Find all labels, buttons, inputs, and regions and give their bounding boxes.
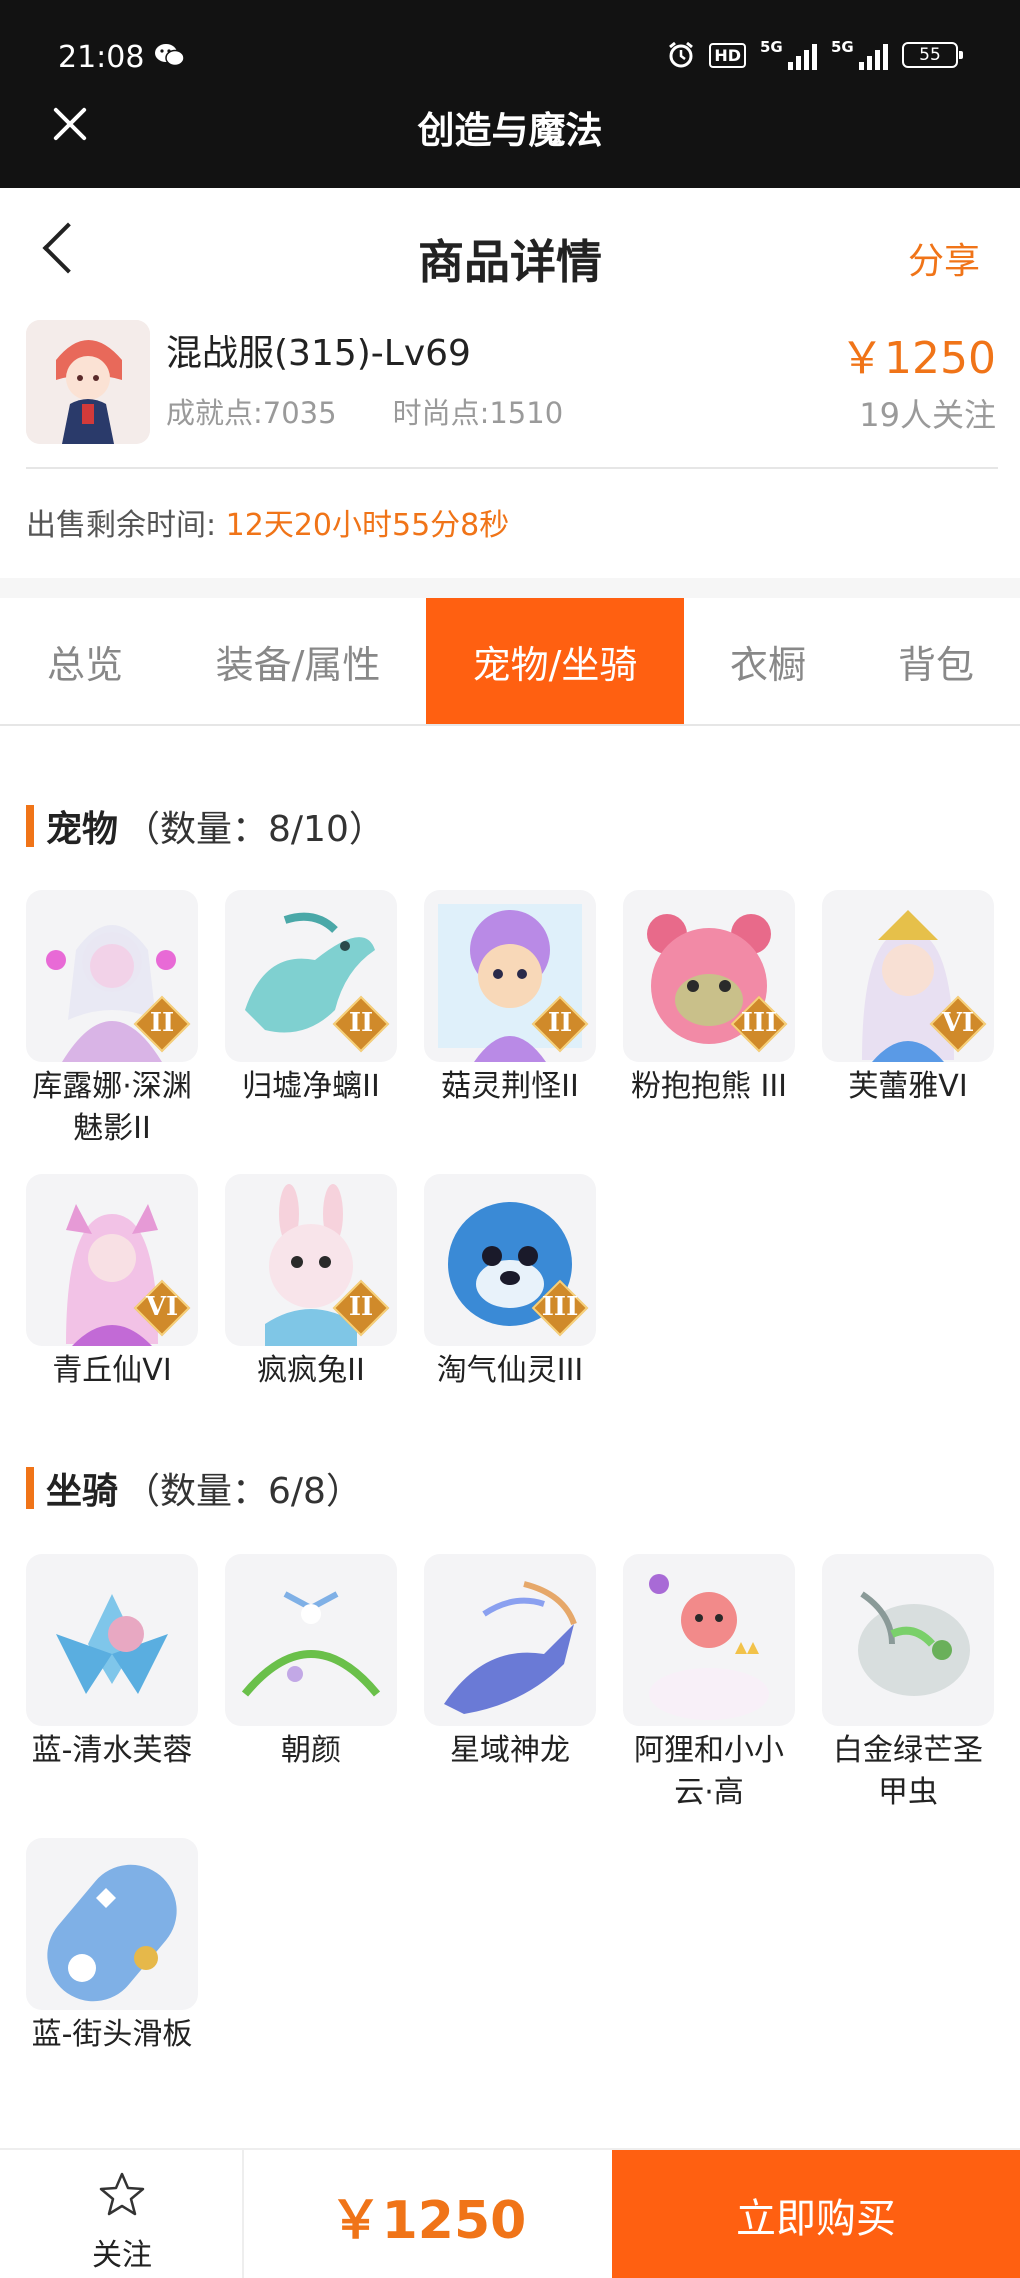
fashion-points: 时尚点:1510 bbox=[392, 396, 564, 430]
divider bbox=[26, 467, 998, 469]
mount-thumbnail bbox=[26, 1554, 198, 1726]
pets-title: 宠物 bbox=[46, 809, 119, 850]
pet-item[interactable]: II 归墟净螭II bbox=[225, 890, 397, 1150]
pet-item[interactable]: II 库露娜·深渊魅影II bbox=[26, 890, 198, 1150]
mount-label: 蓝-清水芙蓉 bbox=[31, 1733, 193, 1768]
mount-label: 朝颜 bbox=[281, 1733, 341, 1768]
achievement-points: 成就点:7035 bbox=[166, 396, 337, 430]
battery-icon: 55 bbox=[902, 42, 963, 68]
pet-label: 归墟净螭II bbox=[242, 1069, 380, 1104]
section-gap bbox=[0, 578, 1020, 598]
mount-thumbnail bbox=[26, 1838, 198, 2010]
mount-item[interactable]: 蓝-街头滑板 bbox=[26, 1838, 198, 2056]
signal-icon: 5G bbox=[760, 38, 817, 70]
pet-thumbnail: II bbox=[225, 1174, 397, 1346]
mounts-count: （数量：6/8） bbox=[124, 1471, 362, 1512]
pets-count: （数量：8/10） bbox=[124, 809, 385, 850]
pet-thumbnail: III bbox=[424, 1174, 596, 1346]
pets-heading: 宠物 （数量：8/10） bbox=[26, 800, 385, 852]
rank-badge: II bbox=[332, 995, 390, 1053]
mount-thumbnail bbox=[225, 1554, 397, 1726]
tab-bar: 总览 装备/属性 宠物/坐骑 衣橱 背包 bbox=[0, 598, 1020, 726]
share-button[interactable]: 分享 bbox=[908, 232, 980, 284]
pet-label: 粉抱抱熊 III bbox=[630, 1069, 788, 1104]
mount-item[interactable]: 阿狸和小小云·高 bbox=[623, 1554, 795, 1814]
pet-label: 青丘仙VI bbox=[52, 1353, 172, 1388]
pet-thumbnail: VI bbox=[822, 890, 994, 1062]
rank-badge: III bbox=[730, 995, 788, 1053]
pet-label: 淘气仙灵III bbox=[436, 1353, 584, 1388]
status-bar: 21:08 HD 5G 5G 55 bbox=[0, 0, 1020, 110]
mount-label: 阿狸和小小云·高 bbox=[634, 1733, 784, 1810]
wechat-icon bbox=[155, 44, 185, 67]
pet-item[interactable]: VI 青丘仙VI bbox=[26, 1174, 198, 1392]
hd-icon: HD bbox=[709, 42, 746, 68]
page-nav: 商品详情 分享 bbox=[0, 188, 1020, 312]
heading-marker bbox=[26, 805, 34, 847]
pet-thumbnail: VI bbox=[26, 1174, 198, 1346]
mounts-heading: 坐骑 （数量：6/8） bbox=[26, 1462, 362, 1514]
mount-item[interactable]: 朝颜 bbox=[225, 1554, 397, 1814]
follower-count: 19人关注 bbox=[859, 396, 996, 434]
rank-badge: II bbox=[531, 995, 589, 1053]
alarm-icon bbox=[669, 41, 694, 68]
heading-marker bbox=[26, 1467, 34, 1509]
rank-badge: II bbox=[332, 1279, 390, 1337]
pet-item[interactable]: II 菇灵荆怪II bbox=[424, 890, 596, 1150]
mount-thumbnail bbox=[623, 1554, 795, 1726]
star-icon bbox=[99, 2172, 145, 2216]
rank-badge: II bbox=[133, 995, 191, 1053]
signal-icon-2: 5G bbox=[831, 38, 888, 70]
mount-label: 白金绿芒圣甲虫 bbox=[833, 1733, 983, 1810]
pet-label: 芙蕾雅VI bbox=[848, 1069, 968, 1104]
sale-timer: 出售剩余时间: 12天20小时55分8秒 bbox=[26, 500, 509, 544]
timer-value: 12天20小时55分8秒 bbox=[225, 508, 510, 543]
status-icons: HD 5G 5G 55 bbox=[667, 38, 963, 70]
status-time: 21:08 bbox=[58, 40, 145, 75]
product-summary: 混战服(315)-Lv69 成就点:7035 时尚点:1510 ￥1250 19人… bbox=[0, 312, 1020, 468]
pet-label: 库露娜·深渊魅影II bbox=[32, 1069, 192, 1146]
mount-label: 星域神龙 bbox=[450, 1733, 570, 1768]
mounts-title: 坐骑 bbox=[46, 1471, 119, 1512]
tab-overview[interactable]: 总览 bbox=[0, 598, 170, 724]
mount-item[interactable]: 白金绿芒圣甲虫 bbox=[822, 1554, 994, 1814]
tab-pets-mounts[interactable]: 宠物/坐骑 bbox=[426, 598, 684, 724]
pet-thumbnail: II bbox=[26, 890, 198, 1062]
pets-grid: II 库露娜·深渊魅影II II 归墟净螭II II 菇灵荆怪II III 粉抱… bbox=[26, 890, 1000, 1392]
pet-item[interactable]: II 疯疯兔II bbox=[225, 1174, 397, 1392]
mount-thumbnail bbox=[424, 1554, 596, 1726]
pet-item[interactable]: III 淘气仙灵III bbox=[424, 1174, 596, 1392]
mount-item[interactable]: 蓝-清水芙蓉 bbox=[26, 1554, 198, 1814]
rank-badge: III bbox=[531, 1279, 589, 1337]
pet-thumbnail: III bbox=[623, 890, 795, 1062]
product-price: ￥1250 bbox=[840, 333, 996, 384]
mount-item[interactable]: 星域神龙 bbox=[424, 1554, 596, 1814]
timer-label: 出售剩余时间: bbox=[26, 508, 217, 543]
tab-equipment[interactable]: 装备/属性 bbox=[170, 598, 426, 724]
follow-label: 关注 bbox=[92, 2238, 152, 2273]
follow-button[interactable]: 关注 bbox=[0, 2150, 244, 2278]
bottom-price: ￥1250 bbox=[329, 2190, 527, 2251]
pet-thumbnail: II bbox=[225, 890, 397, 1062]
pet-label: 疯疯兔II bbox=[257, 1353, 365, 1388]
app-header: 21:08 HD 5G 5G 55 创造与魔法 bbox=[0, 0, 1020, 188]
tab-backpack[interactable]: 背包 bbox=[852, 598, 1020, 724]
buy-now-button[interactable]: 立即购买 bbox=[612, 2150, 1020, 2278]
product-name: 混战服(315)-Lv69 bbox=[166, 333, 471, 374]
pet-label: 菇灵荆怪II bbox=[441, 1069, 579, 1104]
mount-label: 蓝-街头滑板 bbox=[31, 2017, 193, 2052]
product-stats: 成就点:7035 时尚点:1510 bbox=[166, 390, 563, 432]
rank-badge: VI bbox=[133, 1279, 191, 1337]
app-title: 创造与魔法 bbox=[417, 109, 603, 152]
rank-badge: VI bbox=[929, 995, 987, 1053]
bottom-bar: 关注 ￥1250 立即购买 bbox=[0, 2148, 1020, 2278]
pet-item[interactable]: III 粉抱抱熊 III bbox=[623, 890, 795, 1150]
page-title: 商品详情 bbox=[418, 235, 602, 289]
character-avatar bbox=[26, 320, 150, 444]
mounts-grid: 蓝-清水芙蓉 朝颜 星域神龙 阿狸和小小云·高 白金绿芒圣甲虫 蓝-街头滑板 bbox=[26, 1554, 1000, 2056]
pet-item[interactable]: VI 芙蕾雅VI bbox=[822, 890, 994, 1150]
mount-thumbnail bbox=[822, 1554, 994, 1726]
pet-thumbnail: II bbox=[424, 890, 596, 1062]
tab-wardrobe[interactable]: 衣橱 bbox=[684, 598, 852, 724]
